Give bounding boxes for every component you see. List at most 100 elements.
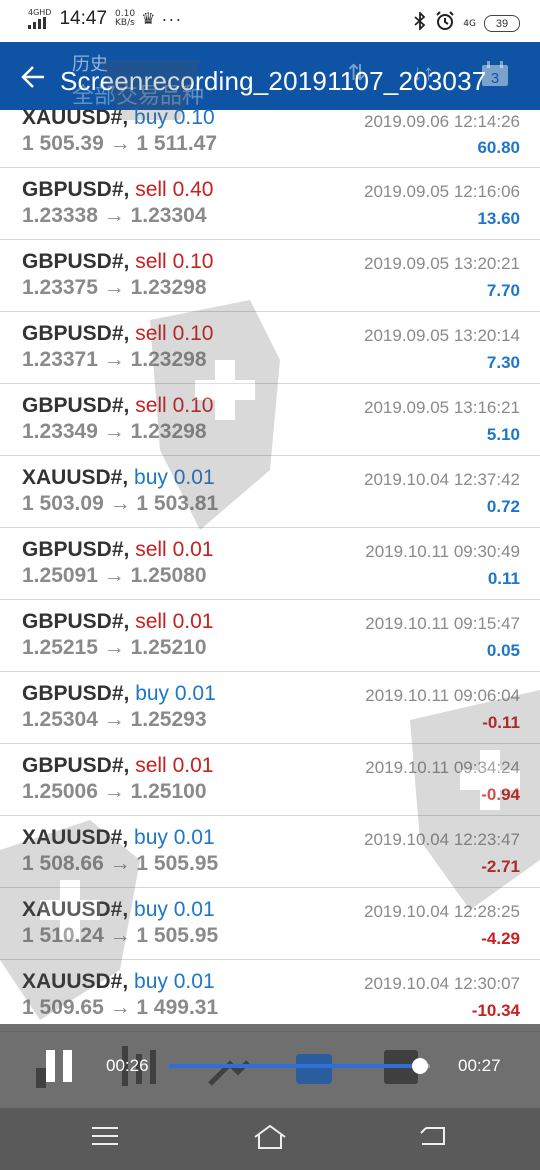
- trade-date: 2019.10.04 12:23:47: [364, 830, 520, 849]
- signal-bars-icon: [28, 17, 46, 29]
- trade-prices: 1.23375 → 1.23298: [22, 276, 207, 300]
- app-header: 历史 全部交易品种 ⇅ ↓↑ 3 Screenrecording_2019110…: [0, 42, 540, 110]
- trade-side: buy: [134, 106, 168, 129]
- trade-volume: 0.10: [173, 106, 215, 129]
- close-price: 1 503.81: [136, 492, 219, 515]
- trade-profit: -0.11: [482, 713, 520, 732]
- open-price: 1.23371: [22, 348, 98, 371]
- trade-row[interactable]: XAUUSD#, buy 0.01 1 508.66 → 1 505.95 2019…: [0, 816, 540, 888]
- symbol-label: GBPUSD#,: [22, 178, 130, 201]
- close-price: 1 505.95: [136, 852, 219, 875]
- back-arrow-icon[interactable]: [20, 64, 54, 98]
- open-price: 1.23338: [22, 204, 98, 227]
- menu-icon[interactable]: [90, 1124, 130, 1154]
- trade-date: 2019.10.11 09:06:04: [365, 686, 520, 705]
- system-nav-bar: [0, 1108, 540, 1170]
- trade-side: sell: [135, 754, 167, 777]
- trade-prices: 1.25215 → 1.25210: [22, 636, 207, 660]
- trade-date: 2019.10.04 12:30:07: [364, 974, 520, 993]
- clock: 14:47: [59, 8, 108, 29]
- calendar-day: 3: [491, 70, 499, 87]
- back-icon[interactable]: [418, 1124, 458, 1154]
- trade-row[interactable]: GBPUSD#, sell 0.10 1.23371 → 1.23298 2019.…: [0, 312, 540, 384]
- trade-side: sell: [135, 538, 167, 561]
- trade-row[interactable]: GBPUSD#, sell 0.01 1.25215 → 1.25210 2019.…: [0, 600, 540, 672]
- symbol-label: GBPUSD#,: [22, 250, 130, 273]
- status-bar: 4GHD 14:47 0.10 KB/s ♛ ··· 4G 39: [0, 0, 540, 42]
- crown-icon: ♛: [141, 11, 156, 28]
- pause-icon[interactable]: [44, 1050, 74, 1082]
- trade-volume: 0.01: [173, 898, 215, 921]
- trade-profit: 0.11: [487, 569, 520, 588]
- trade-date: 2019.09.05 13:20:21: [364, 254, 520, 273]
- net-speed: 0.10 KB/s: [115, 10, 135, 28]
- trade-symbol: XAUUSD#, buy 0.01: [22, 826, 215, 850]
- symbol-label: GBPUSD#,: [22, 394, 130, 417]
- open-price: 1 510.24: [22, 924, 104, 947]
- close-price: 1 499.31: [136, 996, 219, 1019]
- trade-row[interactable]: GBPUSD#, sell 0.10 1.23375 → 1.23298 2019.…: [0, 240, 540, 312]
- trade-row[interactable]: GBPUSD#, sell 0.40 1.23338 → 1.23304 2019.…: [0, 168, 540, 240]
- trade-symbol: GBPUSD#, sell 0.10: [22, 322, 213, 346]
- net-speed-unit: KB/s: [115, 18, 135, 28]
- close-price: 1.25100: [130, 780, 207, 803]
- arrow-right-icon: →: [97, 420, 131, 443]
- arrow-right-icon: →: [97, 780, 131, 803]
- trade-row[interactable]: GBPUSD#, sell 0.01 1.25091 → 1.25080 2019.…: [0, 528, 540, 600]
- symbol-label: XAUUSD#,: [22, 106, 129, 129]
- open-price: 1.25006: [22, 780, 98, 803]
- trade-symbol: GBPUSD#, buy 0.01: [22, 682, 216, 706]
- trade-volume: 0.01: [173, 970, 215, 993]
- signal-indicator: 4GHD: [28, 9, 51, 29]
- trade-symbol: GBPUSD#, sell 0.01: [22, 538, 213, 562]
- close-price: 1 505.95: [136, 924, 219, 947]
- video-player-bar: 00:26 00:27: [0, 1024, 540, 1108]
- trade-volume: 0.01: [172, 610, 214, 633]
- trade-volume: 0.01: [172, 754, 214, 777]
- open-price: 1.25215: [22, 636, 98, 659]
- trade-symbol: GBPUSD#, sell 0.10: [22, 394, 213, 418]
- open-price: 1.23375: [22, 276, 98, 299]
- trade-row[interactable]: GBPUSD#, sell 0.01 1.25006 → 1.25100 2019.…: [0, 744, 540, 816]
- trade-volume: 0.40: [172, 178, 214, 201]
- status-right: 4G 39: [413, 10, 520, 36]
- trade-profit: 5.10: [486, 425, 520, 444]
- symbol-label: XAUUSD#,: [22, 466, 129, 489]
- trade-volume: 0.10: [172, 250, 214, 273]
- trade-profit: -10.34: [471, 1001, 520, 1020]
- trade-volume: 0.10: [172, 322, 214, 345]
- trade-row[interactable]: GBPUSD#, buy 0.01 1.25304 → 1.25293 2019.1…: [0, 672, 540, 744]
- battery-level: 39: [495, 17, 509, 30]
- battery-icon: 39: [484, 15, 520, 32]
- trade-date: 2019.09.05 13:20:14: [364, 326, 520, 345]
- trade-symbol: XAUUSD#, buy 0.01: [22, 970, 215, 994]
- trade-side: buy: [134, 466, 168, 489]
- trade-profit: -0.94: [481, 785, 520, 804]
- home-icon[interactable]: [252, 1124, 292, 1154]
- symbol-label: XAUUSD#,: [22, 898, 129, 921]
- trade-symbol: XAUUSD#, buy 0.01: [22, 898, 215, 922]
- current-time: 00:26: [106, 1056, 149, 1075]
- arrow-right-icon: →: [97, 636, 131, 659]
- trade-row[interactable]: XAUUSD#, buy 0.10 1 505.39 → 1 511.47 2019…: [0, 106, 540, 168]
- trade-prices: 1 503.09 → 1 503.81: [22, 492, 218, 516]
- trade-row[interactable]: XAUUSD#, buy 0.01 1 509.65 → 1 499.31 2019…: [0, 960, 540, 1032]
- trade-row[interactable]: XAUUSD#, buy 0.01 1 510.24 → 1 505.95 2019…: [0, 888, 540, 960]
- arrow-right-icon: →: [97, 564, 131, 587]
- trade-prices: 1 509.65 → 1 499.31: [22, 996, 218, 1020]
- trade-history-list: XAUUSD#, buy 0.10 1 505.39 → 1 511.47 2019…: [0, 106, 540, 1032]
- network-tag: 4GHD: [28, 8, 52, 17]
- trade-side: sell: [135, 610, 167, 633]
- trade-volume: 0.01: [173, 826, 215, 849]
- trade-side: sell: [135, 178, 167, 201]
- arrow-right-icon: →: [103, 996, 137, 1019]
- symbol-label: GBPUSD#,: [22, 538, 130, 561]
- open-price: 1 505.39: [22, 132, 104, 155]
- trade-row[interactable]: XAUUSD#, buy 0.01 1 503.09 → 1 503.81 2019…: [0, 456, 540, 528]
- progress-slider[interactable]: [168, 1058, 430, 1074]
- trade-symbol: XAUUSD#, buy 0.10: [22, 106, 215, 130]
- trade-volume: 0.01: [172, 538, 214, 561]
- symbol-label: XAUUSD#,: [22, 970, 129, 993]
- trade-row[interactable]: GBPUSD#, sell 0.10 1.23349 → 1.23298 2019.…: [0, 384, 540, 456]
- progress-fill: [168, 1064, 421, 1068]
